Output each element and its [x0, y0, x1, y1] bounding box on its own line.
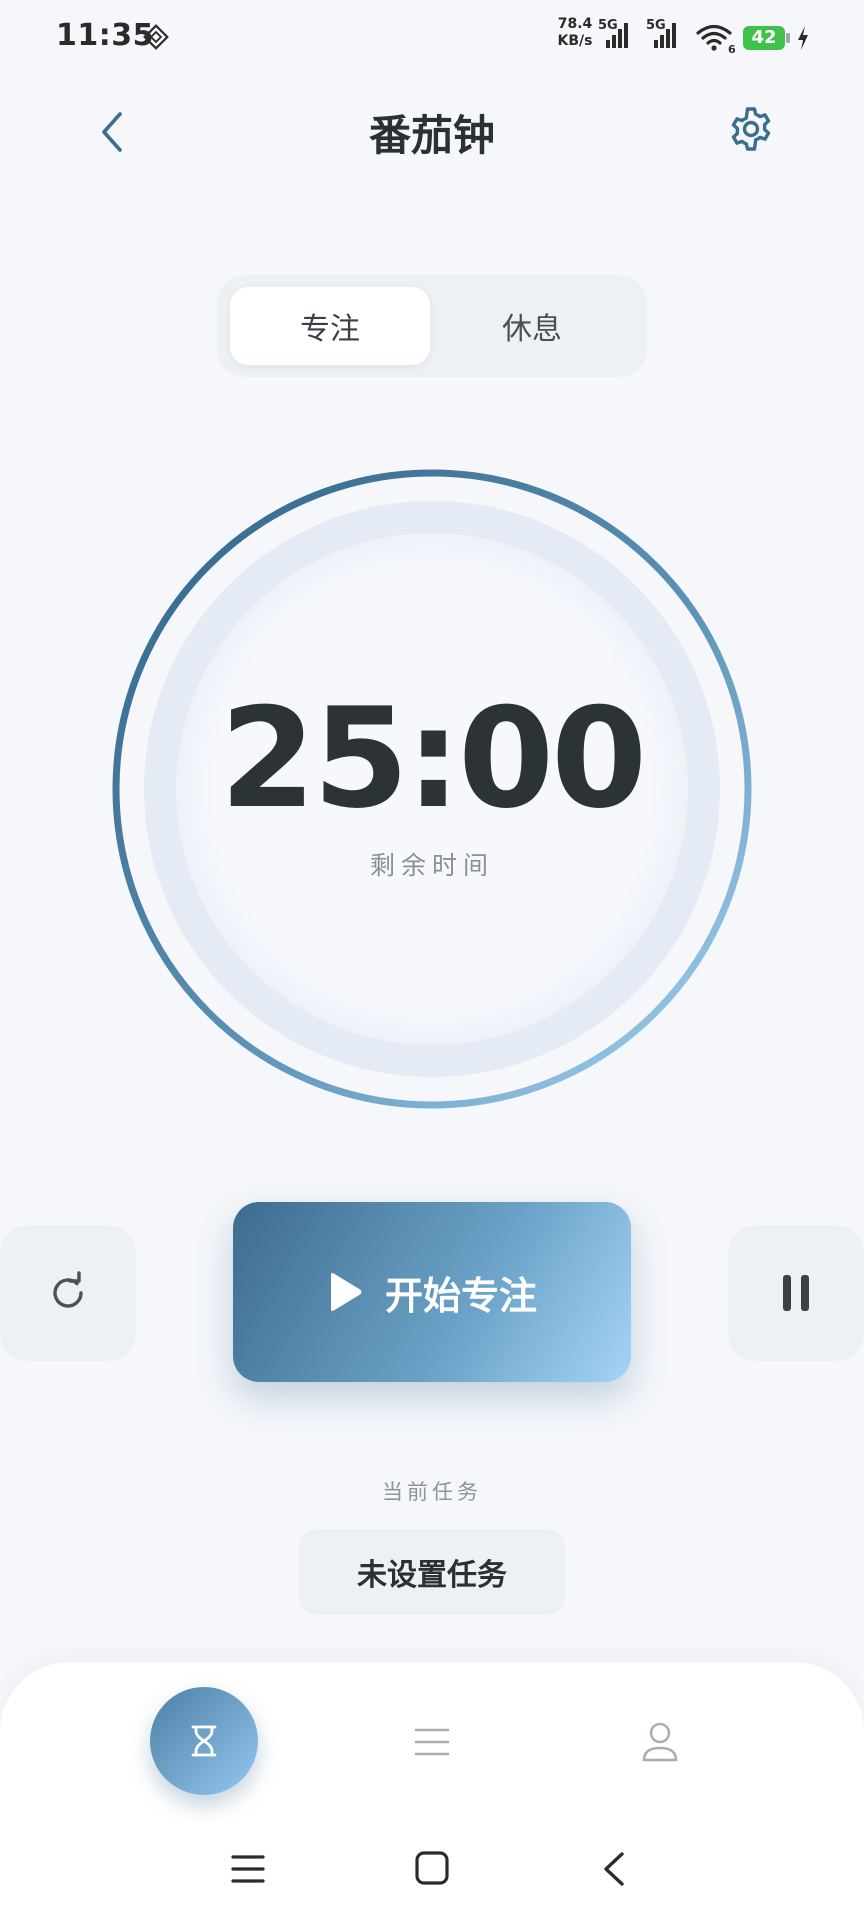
timer-label: 剩余时间 — [369, 851, 494, 880]
signal-bars-icon — [654, 23, 676, 48]
charging-bolt-icon — [798, 26, 808, 50]
timer-value: 25:00 — [219, 678, 647, 839]
pause-button[interactable] — [728, 1225, 864, 1361]
network-speed-value: 78.4 — [557, 16, 593, 32]
start-focus-button[interactable]: 开始专注 — [233, 1202, 631, 1382]
wifi-badge: 6 — [728, 43, 736, 54]
mode-switch: 专注 休息 — [217, 275, 647, 377]
tab-break[interactable]: 休息 — [432, 287, 632, 365]
system-back-button[interactable] — [600, 1850, 628, 1888]
menu-icon — [231, 1855, 265, 1883]
network-speed-unit: KB/s — [557, 33, 593, 49]
gear-icon — [731, 107, 771, 151]
reset-button[interactable] — [0, 1225, 136, 1361]
list-icon — [414, 1728, 450, 1756]
pause-icon — [783, 1275, 809, 1311]
settings-button[interactable] — [728, 106, 774, 152]
current-task-caption: 当前任务 — [382, 1480, 482, 1504]
refresh-icon — [53, 1271, 83, 1308]
person-icon — [642, 1722, 678, 1762]
home-button[interactable] — [414, 1850, 450, 1886]
status-time: 11:35 — [56, 18, 154, 53]
battery-indicator: 42 — [742, 25, 792, 51]
battery-level: 42 — [751, 27, 777, 48]
tab-timer[interactable] — [150, 1687, 258, 1795]
wifi-icon: 6 — [696, 24, 736, 54]
tab-list[interactable] — [412, 1722, 452, 1762]
current-task-button[interactable]: 未设置任务 — [299, 1529, 565, 1615]
chevron-left-icon — [604, 1852, 624, 1886]
signal-sim1: 5G — [598, 18, 632, 50]
network-speed: 78.4 KB/s — [555, 16, 595, 50]
hourglass-icon — [191, 1725, 217, 1757]
signal-bars-icon — [606, 23, 628, 48]
start-focus-label: 开始专注 — [384, 1273, 537, 1318]
square-icon — [415, 1851, 449, 1885]
recent-apps-button[interactable] — [230, 1852, 266, 1886]
tab-profile[interactable] — [640, 1720, 680, 1764]
signal-sim2: 5G — [646, 18, 680, 50]
nfc-diamond-icon — [143, 24, 169, 50]
tab-focus[interactable]: 专注 — [230, 287, 430, 365]
play-icon — [330, 1273, 362, 1311]
